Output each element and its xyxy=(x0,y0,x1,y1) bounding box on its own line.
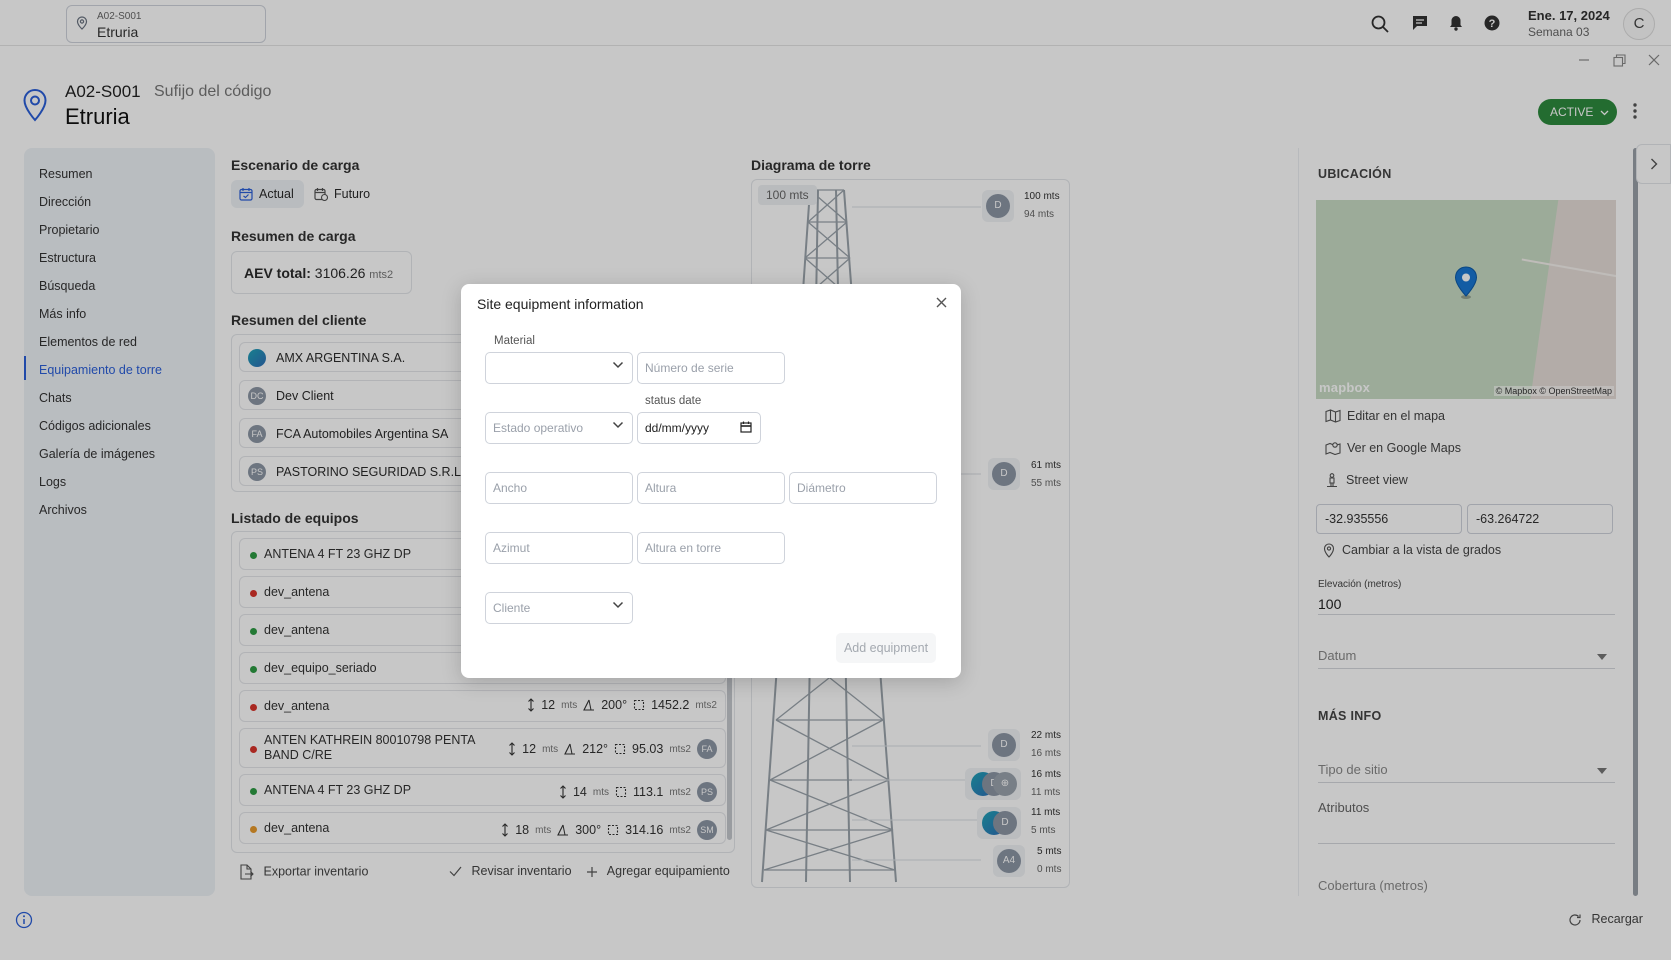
status-date-value: dd/mm/yyyy xyxy=(645,421,710,435)
azimuth-placeholder: Azimut xyxy=(493,541,530,555)
serial-number-placeholder: Número de serie xyxy=(645,361,734,375)
operational-state-placeholder: Estado operativo xyxy=(493,421,584,435)
height-input[interactable]: Altura xyxy=(637,472,785,504)
client-select[interactable]: Cliente xyxy=(485,592,633,624)
diameter-input[interactable]: Diámetro xyxy=(789,472,937,504)
close-icon[interactable] xyxy=(936,297,947,308)
calendar-icon[interactable] xyxy=(740,421,752,433)
client-placeholder: Cliente xyxy=(493,601,531,615)
status-date-input[interactable]: dd/mm/yyyy xyxy=(637,412,761,444)
chevron-down-icon xyxy=(612,361,624,369)
chevron-down-icon xyxy=(612,421,624,429)
modal-title: Site equipment information xyxy=(477,296,644,312)
operational-state-select[interactable]: Estado operativo xyxy=(485,412,633,444)
chevron-down-icon xyxy=(612,601,624,609)
tower-height-placeholder: Altura en torre xyxy=(645,541,722,555)
height-placeholder: Altura xyxy=(645,481,677,495)
add-equipment-button[interactable]: Add equipment xyxy=(836,633,936,663)
material-label: Material xyxy=(494,335,535,347)
azimuth-input[interactable]: Azimut xyxy=(485,532,633,564)
serial-number-input[interactable]: Número de serie xyxy=(637,352,785,384)
material-select[interactable] xyxy=(485,352,633,384)
status-date-label: status date xyxy=(645,395,702,407)
width-placeholder: Ancho xyxy=(493,481,528,495)
tower-height-input[interactable]: Altura en torre xyxy=(637,532,785,564)
diameter-placeholder: Diámetro xyxy=(797,481,846,495)
site-equipment-modal: Site equipment information Material Núme… xyxy=(461,284,961,678)
width-input[interactable]: Ancho xyxy=(485,472,633,504)
